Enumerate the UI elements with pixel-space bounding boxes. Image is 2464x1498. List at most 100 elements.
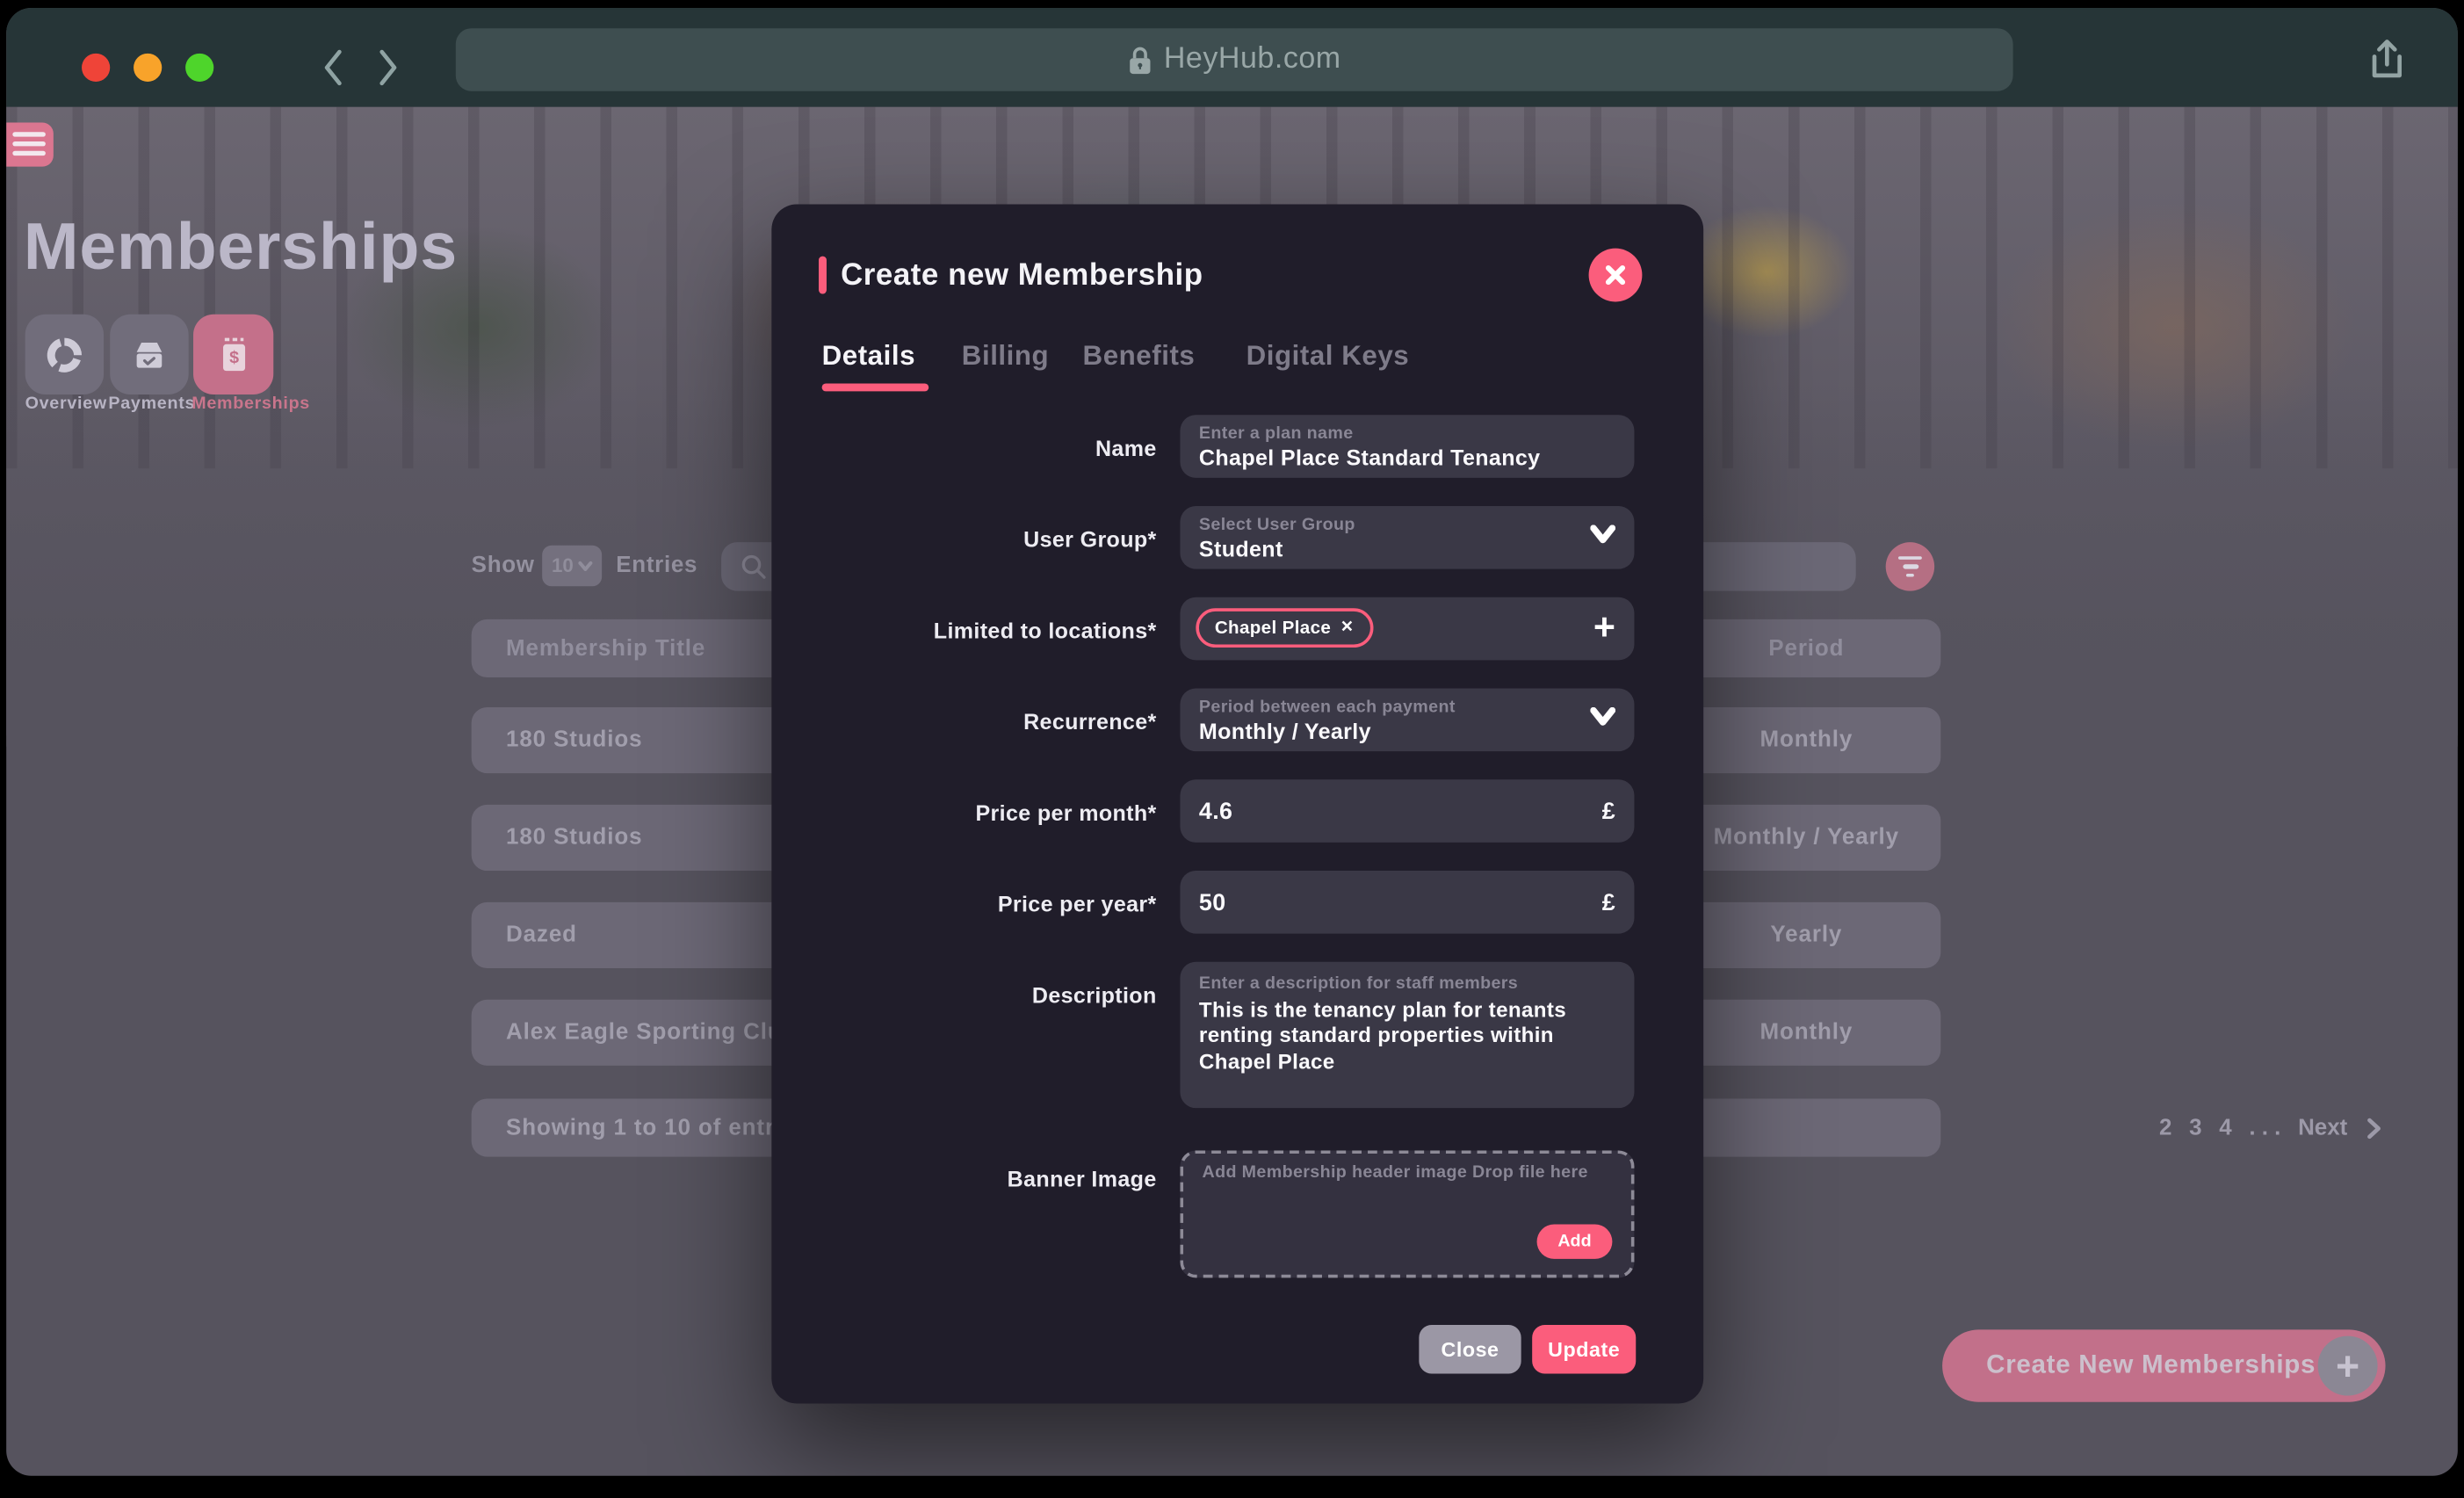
price-month-label: Price per month* <box>803 800 1157 826</box>
recurrence-placeholder: Period between each payment <box>1199 698 1615 716</box>
recurrence-label: Recurrence* <box>803 709 1157 735</box>
price-month-input[interactable]: 4.6 £ <box>1180 779 1634 843</box>
page-2-link[interactable]: 2 <box>2159 1115 2171 1140</box>
browser-topbar: HeyHub.com <box>6 8 2458 107</box>
pagination: 2 3 4 . . . Next <box>2159 1115 2382 1140</box>
description-textarea[interactable]: Enter a description for staff members Th… <box>1180 962 1634 1108</box>
price-year-value: 50 <box>1199 889 1226 915</box>
description-label: Description <box>803 982 1157 1008</box>
locations-field[interactable]: Chapel Place ✕ + <box>1180 597 1634 661</box>
close-icon <box>1604 264 1626 286</box>
chevron-down-icon <box>578 561 592 572</box>
banner-dropzone[interactable]: Add Membership header image Drop file he… <box>1180 1150 1634 1277</box>
create-new-memberships-label: Create New Memberships <box>1986 1351 2316 1381</box>
tab-billing[interactable]: Billing <box>962 339 1049 373</box>
filter-button[interactable] <box>1886 542 1934 590</box>
row-period: Monthly <box>1672 727 1940 753</box>
recurrence-select[interactable]: Period between each payment Monthly / Ye… <box>1180 689 1634 752</box>
nav-memberships-label: Memberships <box>191 394 310 413</box>
name-input[interactable]: Enter a plan name Chapel Place Standard … <box>1180 415 1634 478</box>
nav-payments-label: Payments <box>108 394 195 413</box>
page-size-select[interactable]: 10 <box>542 546 602 587</box>
close-window-button[interactable] <box>82 54 110 82</box>
menu-button[interactable] <box>6 123 54 167</box>
chevron-down-icon <box>1590 525 1615 543</box>
share-icon <box>2366 36 2408 83</box>
price-year-currency: £ <box>1602 889 1615 915</box>
modal-update-button[interactable]: Update <box>1532 1325 1636 1373</box>
row-period: Monthly <box>1672 1020 1940 1046</box>
page-4-link[interactable]: 4 <box>2219 1115 2231 1140</box>
chevron-down-icon <box>1590 707 1615 726</box>
column-header-period: Period <box>1672 636 1940 662</box>
memberships-receipt-icon: $ <box>216 334 250 375</box>
location-chip[interactable]: Chapel Place ✕ <box>1196 608 1372 648</box>
row-period: Monthly / Yearly <box>1672 825 1940 850</box>
entries-summary: Showing 1 to 10 of entries <box>506 1115 809 1140</box>
filter-icon <box>1898 556 1922 560</box>
share-button[interactable] <box>2366 36 2408 91</box>
name-label: Name <box>803 436 1157 461</box>
price-year-label: Price per year* <box>803 891 1157 916</box>
back-icon <box>319 46 347 90</box>
nav-payments-button[interactable] <box>110 315 188 394</box>
show-label: Show <box>472 554 535 579</box>
chip-remove-icon[interactable]: ✕ <box>1340 619 1354 637</box>
row-title: 180 Studios <box>506 825 642 850</box>
description-placeholder: Enter a description for staff members <box>1199 974 1615 993</box>
address-bar[interactable]: HeyHub.com <box>456 28 2013 91</box>
locations-label: Limited to locations* <box>803 618 1157 643</box>
pagination-ellipsis: . . . <box>2249 1115 2280 1140</box>
price-year-input[interactable]: 50 £ <box>1180 871 1634 934</box>
next-page-link[interactable]: Next <box>2298 1115 2347 1140</box>
tab-digital-keys[interactable]: Digital Keys <box>1246 339 1410 373</box>
forward-icon <box>374 46 402 90</box>
tab-benefits[interactable]: Benefits <box>1083 339 1196 373</box>
banner-label: Banner Image <box>803 1166 1157 1191</box>
modal-title-accent <box>819 257 826 294</box>
nav-overview-button[interactable] <box>25 315 104 394</box>
page-3-link[interactable]: 3 <box>2189 1115 2201 1140</box>
user-group-select[interactable]: Select User Group Student <box>1180 506 1634 569</box>
payments-inbox-icon <box>130 336 168 373</box>
add-location-button[interactable]: + <box>1593 610 1615 648</box>
screen: HeyHub.com Memberships <box>0 0 2464 1498</box>
page-title: Memberships <box>24 209 458 285</box>
tab-details[interactable]: Details <box>822 339 915 373</box>
recurrence-value: Monthly / Yearly <box>1199 719 1615 744</box>
banner-placeholder: Add Membership header image Drop file he… <box>1203 1163 1613 1182</box>
create-new-memberships-button[interactable]: Create New Memberships + <box>1942 1329 2385 1401</box>
column-header-title: Membership Title <box>506 636 705 662</box>
search-icon <box>741 554 767 580</box>
nav-memberships-button[interactable]: $ <box>193 315 273 394</box>
user-group-placeholder: Select User Group <box>1199 516 1615 534</box>
location-chip-label: Chapel Place <box>1215 619 1331 637</box>
browser-window: HeyHub.com Memberships <box>6 8 2458 1476</box>
minimize-window-button[interactable] <box>134 54 162 82</box>
row-title: 180 Studios <box>506 727 642 753</box>
banner-add-button[interactable]: Add <box>1537 1225 1613 1259</box>
forward-button[interactable] <box>374 46 402 90</box>
plus-icon: + <box>2318 1336 2378 1396</box>
active-tab-underline <box>822 383 929 390</box>
nav-overview-label: Overview <box>25 394 107 413</box>
user-group-value: Student <box>1199 536 1615 561</box>
row-title: Dazed <box>506 923 577 948</box>
back-button[interactable] <box>319 46 347 90</box>
price-month-currency: £ <box>1602 798 1615 824</box>
name-placeholder: Enter a plan name <box>1199 424 1615 443</box>
page-size-value: 10 <box>552 554 574 576</box>
row-title: Alex Eagle Sporting Club <box>506 1020 797 1046</box>
maximize-window-button[interactable] <box>185 54 213 82</box>
user-group-label: User Group* <box>803 526 1157 552</box>
lock-icon <box>1128 45 1152 75</box>
name-value: Chapel Place Standard Tenancy <box>1199 445 1615 470</box>
modal-close-footer-button[interactable]: Close <box>1419 1325 1521 1373</box>
donut-chart-icon <box>46 336 83 373</box>
url-text: HeyHub.com <box>1164 42 1341 76</box>
modal-close-button[interactable] <box>1589 249 1643 302</box>
menu-icon <box>12 132 46 136</box>
create-membership-modal: Create new Membership Details Billing Be… <box>771 205 1703 1404</box>
next-chevron-icon <box>2365 1117 2382 1139</box>
description-value: This is the tenancy plan for tenants ren… <box>1199 998 1595 1075</box>
